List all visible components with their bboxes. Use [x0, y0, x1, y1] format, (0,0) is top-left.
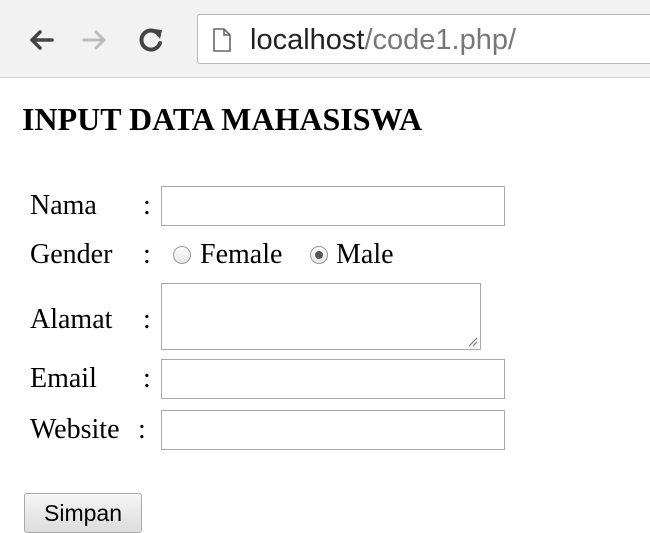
- nama-separator: :: [143, 190, 151, 221]
- reload-icon: [139, 28, 162, 52]
- gender-radio-female[interactable]: [173, 246, 191, 264]
- email-separator: :: [143, 363, 151, 394]
- radio-selected-dot: [315, 251, 323, 259]
- back-arrow-icon: [30, 30, 54, 50]
- page-title: INPUT DATA MAHASISWA: [22, 101, 423, 137]
- forward-arrow-icon: [82, 30, 106, 50]
- alamat-separator: :: [143, 304, 151, 335]
- website-input[interactable]: [161, 410, 505, 450]
- alamat-textarea[interactable]: [161, 283, 481, 350]
- website-separator: :: [138, 414, 146, 445]
- website-label: Website: [30, 414, 120, 445]
- email-input[interactable]: [161, 359, 505, 399]
- page-document-icon: [213, 28, 231, 52]
- gender-option-female: Female: [200, 239, 283, 270]
- url-host: localhost: [250, 24, 365, 56]
- url-text: localhost/code1.php/: [250, 23, 516, 57]
- reload-button[interactable]: [134, 23, 168, 57]
- email-label: Email: [30, 363, 97, 394]
- alamat-label: Alamat: [30, 304, 113, 335]
- browser-toolbar: localhost/code1.php/: [0, 0, 650, 78]
- address-bar[interactable]: localhost/code1.php/: [197, 14, 650, 64]
- forward-button[interactable]: [78, 23, 112, 57]
- gender-separator: :: [143, 239, 151, 270]
- back-button[interactable]: [24, 23, 58, 57]
- gender-option-male: Male: [336, 239, 394, 270]
- gender-label: Gender: [30, 239, 113, 270]
- nama-input[interactable]: [161, 186, 505, 226]
- url-path: /code1.php/: [364, 24, 517, 56]
- gender-radio-male[interactable]: [310, 246, 328, 264]
- resize-grip-icon[interactable]: [466, 335, 478, 347]
- nama-label: Nama: [30, 190, 97, 221]
- simpan-button[interactable]: Simpan: [24, 493, 142, 533]
